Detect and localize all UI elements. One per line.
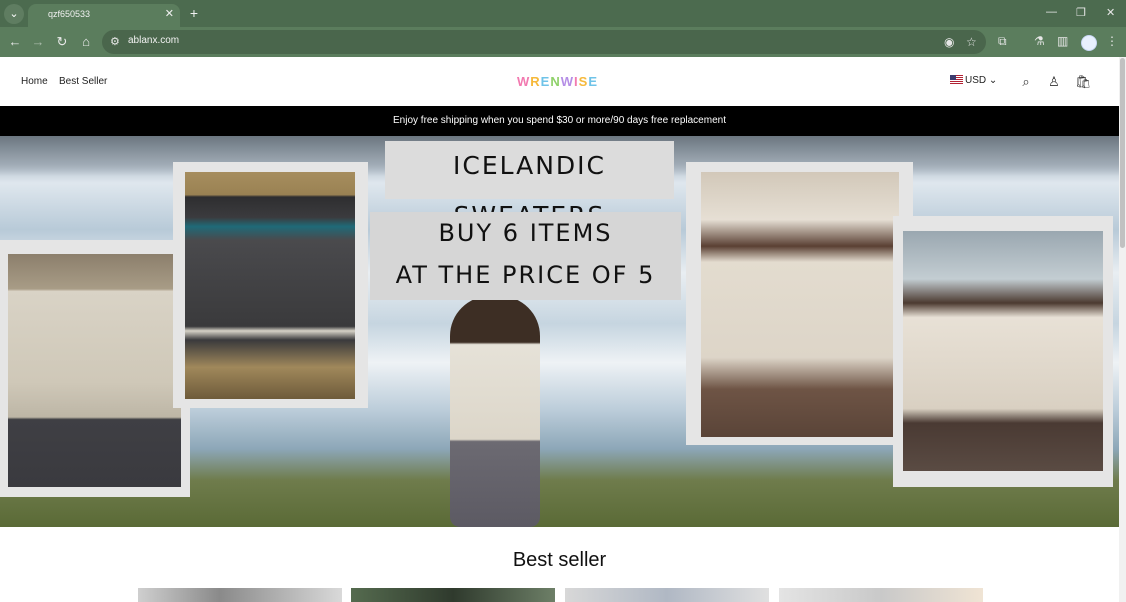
menu-icon[interactable]: ⋮ bbox=[1106, 34, 1118, 48]
url-text[interactable]: ablanx.com bbox=[128, 35, 179, 46]
account-icon[interactable]: ♙ bbox=[1046, 74, 1062, 90]
sweater-photo-1 bbox=[8, 254, 181, 487]
back-icon[interactable]: ← bbox=[7, 34, 23, 50]
sweater-photo-4 bbox=[903, 231, 1103, 471]
product-card-3 bbox=[686, 162, 913, 445]
logo-letter: E bbox=[588, 74, 598, 89]
site-header: Home Best Seller WRENWISE USD ⌄ ⌕ ♙ 🛍 bbox=[0, 57, 1119, 106]
forward-icon[interactable]: → bbox=[30, 34, 46, 50]
logo-letter: E bbox=[540, 74, 551, 89]
side-panel-icon[interactable]: ▥ bbox=[1057, 34, 1068, 48]
product-thumb-2[interactable] bbox=[351, 588, 555, 602]
sweater-photo-3 bbox=[701, 172, 899, 437]
new-tab-icon[interactable]: + bbox=[186, 4, 202, 22]
promo-line-1: BUY 6 ITEMS bbox=[370, 212, 681, 254]
logo-letter: R bbox=[530, 74, 541, 89]
logo-letter: W bbox=[517, 74, 531, 89]
cart-icon[interactable]: 🛍 bbox=[1075, 74, 1092, 90]
product-thumb-1[interactable] bbox=[138, 588, 342, 602]
web-page: Home Best Seller WRENWISE USD ⌄ ⌕ ♙ 🛍 En… bbox=[0, 57, 1119, 602]
product-card-4 bbox=[893, 216, 1113, 487]
product-thumb-4[interactable] bbox=[779, 588, 983, 602]
logo-letter: N bbox=[550, 74, 561, 89]
search-icon[interactable]: ⌕ bbox=[1018, 74, 1034, 90]
profile-avatar[interactable] bbox=[1081, 35, 1097, 51]
product-card-1 bbox=[0, 240, 190, 497]
tab-search-icon[interactable]: ⌄ bbox=[4, 4, 24, 24]
nav-home[interactable]: Home bbox=[21, 76, 48, 87]
chevron-down-icon: ⌄ bbox=[988, 75, 998, 86]
extensions-icon[interactable]: ⧉ bbox=[998, 34, 1007, 49]
address-bar[interactable]: ⚙ ablanx.com ◉ ☆ bbox=[102, 30, 986, 54]
logo-letter: S bbox=[578, 74, 589, 89]
home-icon[interactable]: ⌂ bbox=[78, 34, 94, 50]
hero-model-figure bbox=[450, 296, 540, 527]
minimize-icon[interactable]: — bbox=[1046, 6, 1057, 18]
product-card-2 bbox=[173, 162, 368, 408]
restore-icon[interactable]: ❐ bbox=[1076, 6, 1086, 19]
close-window-icon[interactable]: ✕ bbox=[1106, 6, 1115, 19]
sweater-photo-2 bbox=[185, 172, 355, 399]
currency-selector[interactable]: USD ⌄ bbox=[950, 75, 997, 86]
labs-icon[interactable]: ⚗ bbox=[1034, 34, 1045, 48]
us-flag-icon bbox=[950, 75, 963, 84]
logo-letter: W bbox=[560, 74, 575, 89]
star-icon[interactable]: ☆ bbox=[966, 35, 977, 49]
hero-headline: ICELANDIC SWEATERS bbox=[385, 141, 674, 230]
nav-best-seller[interactable]: Best Seller bbox=[59, 76, 107, 87]
tab-close-icon[interactable]: ✕ bbox=[165, 7, 174, 20]
tab-strip: ⌄ qzf650533 ✕ + — ❐ ✕ bbox=[0, 0, 1126, 27]
reload-icon[interactable]: ↻ bbox=[54, 34, 70, 50]
promo-line-2: AT THE PRICE OF 5 bbox=[370, 254, 681, 300]
browser-tab[interactable]: qzf650533 ✕ bbox=[28, 4, 180, 27]
browser-toolbar: ← → ↻ ⌂ ⚙ ablanx.com ◉ ☆ ⧉ ⚗ ▥ ⋮ bbox=[0, 27, 1126, 57]
tab-title: qzf650533 bbox=[48, 9, 91, 19]
scrollbar-thumb[interactable] bbox=[1120, 58, 1125, 248]
site-logo[interactable]: WRENWISE bbox=[517, 74, 598, 89]
product-thumb-3[interactable] bbox=[565, 588, 769, 602]
eye-off-icon[interactable]: ◉ bbox=[944, 35, 954, 49]
hero-banner[interactable]: ICELANDIC SWEATERS BUY 6 ITEMS AT THE PR… bbox=[0, 136, 1119, 527]
site-info-icon[interactable]: ⚙ bbox=[110, 35, 120, 48]
announcement-bar: Enjoy free shipping when you spend $30 o… bbox=[0, 106, 1119, 136]
best-seller-heading: Best seller bbox=[512, 549, 607, 571]
currency-label: USD bbox=[965, 75, 987, 86]
